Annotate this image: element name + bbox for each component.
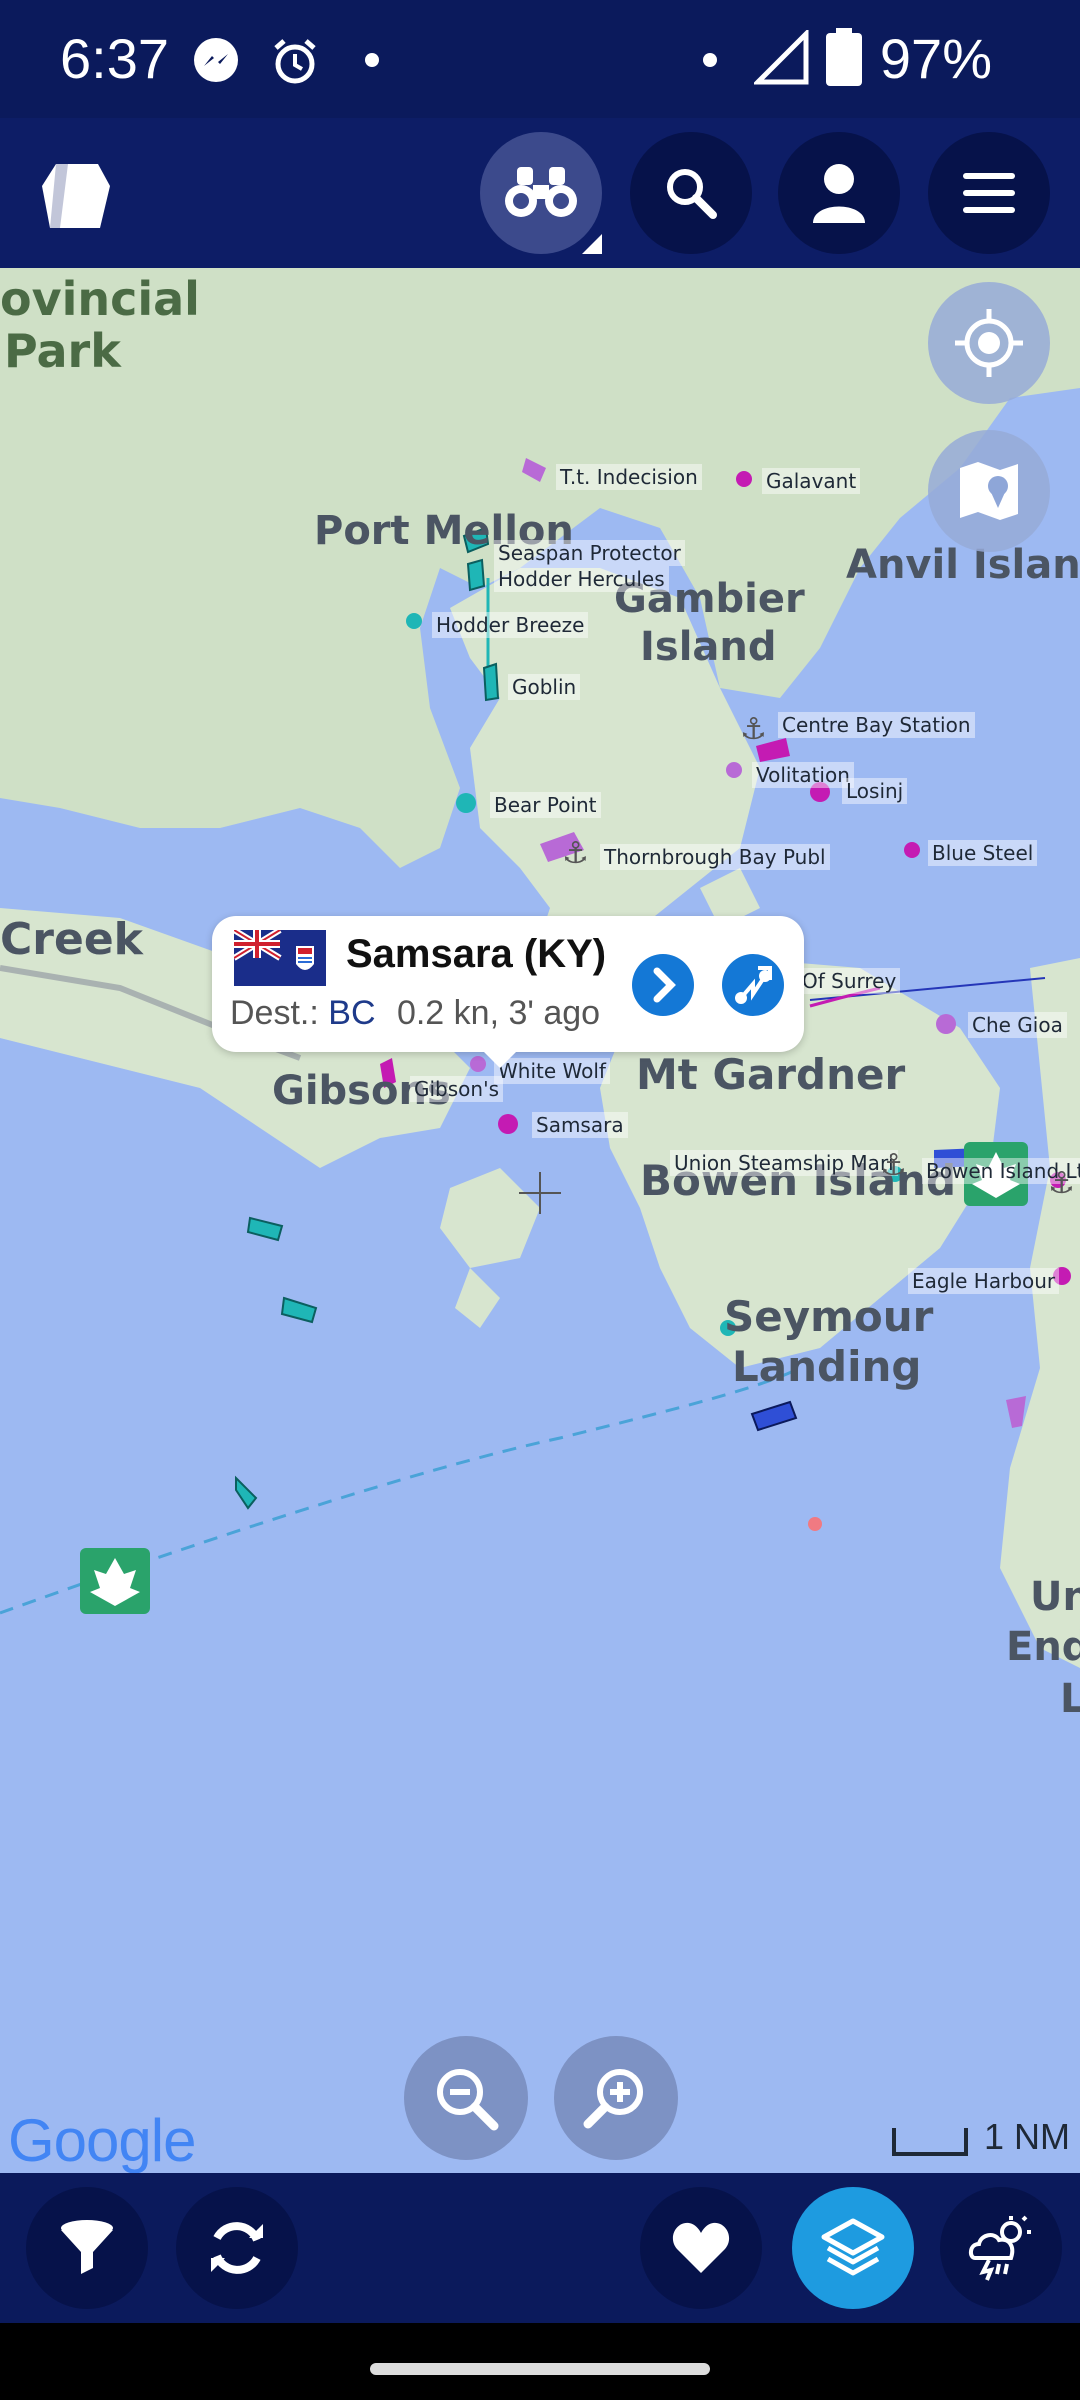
anchor-icon: ⚓ [740,713,767,746]
dest-value: BC [328,994,376,1032]
messenger-icon [194,38,238,82]
scale-bar-graphic [892,2128,968,2156]
corner-triangle-icon [582,234,602,254]
account-button[interactable] [778,132,900,254]
vessel-details-button[interactable] [632,954,694,1016]
heart-icon [672,2222,730,2273]
anchor-icon: ⚓ [1048,1167,1075,1200]
zoom-in-icon [583,2069,643,2129]
map-type-icon [960,462,1018,520]
status-time: 6:37 [60,27,169,90]
vessel-label[interactable]: Gibson's [410,1076,503,1102]
zoom-in-button[interactable] [554,2036,678,2160]
vessel-label[interactable]: Che Gioa [968,1012,1067,1038]
binoculars-icon [505,167,577,217]
bottom-toolbar [0,2173,1080,2323]
place-label: Seymour [724,1292,934,1341]
place-label: Creek [0,914,143,965]
dot-icon [365,53,379,67]
vessel-label[interactable]: Samsara [532,1112,628,1138]
binoculars-button[interactable] [480,132,602,254]
vessel-name: Samsara (KY) [346,932,607,976]
dest-label: Dest.: [230,994,319,1032]
vessel-label[interactable]: Hodder Breeze [432,612,589,638]
place-label: Un [1030,1574,1080,1620]
vessel-route-button[interactable] [722,954,784,1016]
route-icon [735,966,772,1004]
vessel-label[interactable]: Goblin [508,674,581,700]
scale-label: 1 NM [984,2116,1071,2157]
refresh-button[interactable] [176,2187,298,2309]
system-nav-bar [0,2323,1080,2400]
user-icon [813,164,865,223]
place-label: Park [4,324,121,378]
vessel-label[interactable]: Seaspan Protector [494,540,685,566]
vessel-label[interactable]: Eagle Harbour [908,1268,1060,1294]
locate-icon [955,309,1023,377]
search-button[interactable] [630,132,752,254]
vessel-label[interactable]: Union Steamship Mari [670,1150,898,1176]
anchor-icon: ⚓ [880,1149,907,1182]
battery-icon [826,28,862,86]
vessel-label[interactable]: Thornbrough Bay Publ [600,844,830,870]
menu-button[interactable] [928,132,1050,254]
layers-icon [821,2218,885,2276]
place-label: End [1006,1624,1080,1670]
vessel-label[interactable]: Hodder Hercules [494,566,669,592]
favorites-button[interactable] [640,2187,762,2309]
signal-icon [754,30,809,85]
vessel-label[interactable]: Losinj [842,778,908,804]
map-view[interactable]: ovincial Park Port Mellon Gambier Island… [0,268,1080,2173]
locate-button[interactable] [928,282,1050,404]
vessel-label[interactable]: Blue Steel [928,840,1038,866]
place-label: Landing [732,1342,922,1391]
vessel-label[interactable]: Centre Bay Station [778,712,975,738]
weather-button[interactable] [940,2187,1062,2309]
refresh-icon [211,2222,263,2274]
map-type-button[interactable] [928,430,1050,552]
vessel-label[interactable]: Galavant [762,468,861,494]
vessel-label[interactable]: Bear Point [490,792,601,818]
app-bar [0,118,1080,268]
anchor-icon: ⚓ [562,837,589,870]
status-bar: 6:37 97% [0,0,1080,118]
chevron-right-icon [653,967,676,1003]
marinetraffic-logo-icon[interactable] [38,160,114,232]
zoom-out-button[interactable] [404,2036,528,2160]
cayman-flag-icon [234,930,326,986]
filter-button[interactable] [26,2187,148,2309]
place-label: ovincial [0,272,200,326]
alarm-icon [274,39,316,84]
layers-button[interactable] [792,2187,914,2309]
vessel-label[interactable]: Volitation [752,762,854,788]
home-gesture-pill[interactable] [370,2363,710,2375]
google-logo: Google [8,2107,196,2173]
popup-pointer [482,1050,518,1068]
battery-percent: 97% [879,27,992,90]
place-label: Island [640,624,777,670]
vessel-info: 0.2 kn, 3' ago [396,994,601,1032]
menu-icon [963,173,1015,213]
vessel-label[interactable]: T.t. Indecision [556,464,702,490]
dot-icon [703,53,717,67]
place-label: Mt Gardner [636,1050,906,1099]
filter-icon [61,2220,113,2274]
place-label: Anvil Island [846,542,1080,588]
weather-icon [968,2215,1031,2281]
vessel-destination: Dest.: BC 0.2 kn, 3' ago [230,994,600,1033]
vessel-label[interactable]: Of Surrey [798,968,901,994]
zoom-out-icon [437,2069,499,2131]
search-icon [667,169,717,219]
vessel-popup[interactable]: Samsara (KY) Dest.: BC 0.2 kn, 3' ago [212,916,804,1052]
place-label: L [1060,1676,1080,1722]
